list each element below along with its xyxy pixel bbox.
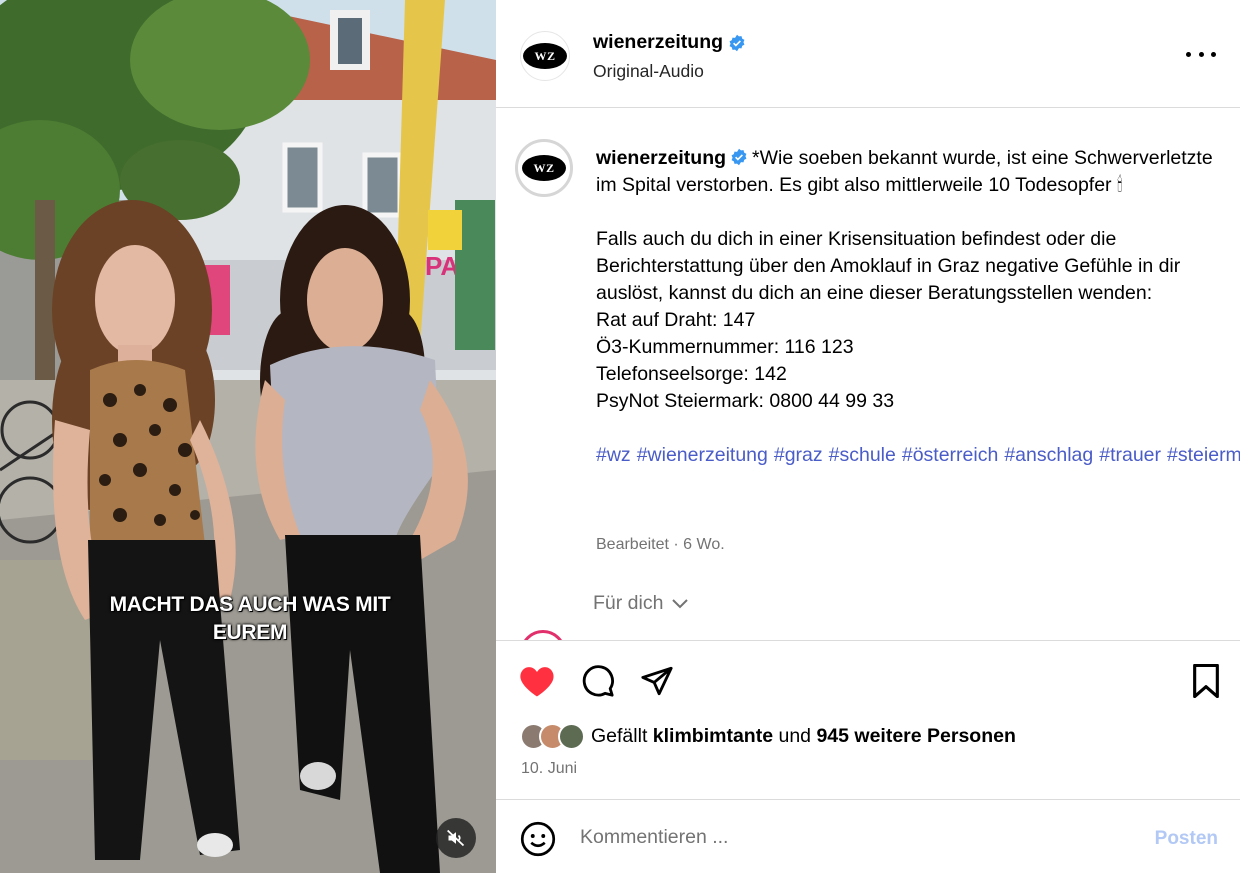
- likes-middle: und: [778, 725, 812, 747]
- caption-scroll-area[interactable]: WZ wienerzeitung *Wie soeben bekannt wur…: [496, 108, 1240, 640]
- hashtag-link[interactable]: #trauer: [1099, 444, 1161, 466]
- dot-icon: [1198, 51, 1204, 57]
- comment-input[interactable]: [580, 826, 1120, 849]
- mute-button[interactable]: [436, 818, 476, 858]
- caption-author-avatar[interactable]: WZ: [515, 139, 573, 197]
- smiley-icon: [520, 821, 556, 857]
- comment-bar: Posten: [496, 800, 1240, 873]
- hashtag-link[interactable]: #schule: [829, 444, 896, 466]
- post-date: 10. Juni: [521, 760, 578, 777]
- hashtag-link[interactable]: #wz: [596, 444, 631, 466]
- likes-prefix: Gefällt: [591, 725, 648, 747]
- hashtag-link[interactable]: #wienerzeitung: [637, 444, 768, 466]
- video-caption-line2: EUREM: [212, 621, 288, 644]
- hashtag-link[interactable]: #steiermark: [1167, 444, 1240, 466]
- like-button[interactable]: [517, 661, 557, 701]
- post-meta: Bearbeitet · 6 Wo.: [596, 536, 725, 553]
- verified-badge-icon: [731, 148, 747, 166]
- avatar: [558, 723, 585, 750]
- hashtag-link[interactable]: #graz: [774, 444, 823, 466]
- speaker-muted-icon: [447, 829, 465, 847]
- avatar-logo: WZ: [523, 43, 567, 69]
- svg-text:PA: PA: [425, 251, 459, 281]
- verified-badge-icon: [729, 34, 745, 51]
- caption-body-2: Falls auch du dich in einer Krisensituat…: [596, 228, 1181, 412]
- liker-avatars: [520, 723, 585, 750]
- dot-icon: [1211, 51, 1216, 57]
- post-panel: WZ wienerzeitung Original-Audio WZ wiene…: [496, 0, 1240, 873]
- likes-others[interactable]: 945 weitere Personen: [816, 725, 1015, 748]
- save-button[interactable]: [1186, 661, 1226, 701]
- video-frame: PA: [0, 0, 496, 873]
- video-caption-line1: MACHT DAS AUCH WAS MIT: [109, 593, 391, 616]
- action-section: Gefällt klimbimtante und 945 weitere Per…: [496, 640, 1240, 800]
- hashtag-list: #wz #wienerzeitung #graz #schule #österreich…: [596, 442, 1240, 469]
- liker-username[interactable]: klimbimtante: [653, 725, 773, 748]
- author-username: wienerzeitung: [593, 31, 724, 53]
- hashtag-link[interactable]: #anschlag: [1004, 444, 1093, 466]
- comment-bubble-icon: [582, 665, 614, 697]
- share-button[interactable]: [637, 661, 677, 701]
- for-you-dropdown[interactable]: Für dich: [593, 592, 689, 615]
- emoji-button[interactable]: [520, 821, 556, 857]
- paper-plane-icon: [641, 666, 673, 696]
- likes-summary[interactable]: Gefällt klimbimtante und 945 weitere Per…: [520, 723, 1016, 750]
- post-comment-button[interactable]: Posten: [1155, 828, 1218, 850]
- hashtag-link[interactable]: #österreich: [902, 444, 998, 466]
- chevron-down-icon: [672, 598, 689, 608]
- dot-icon: [1186, 51, 1191, 57]
- comment-avatar-ring: [520, 630, 566, 640]
- author-username-link[interactable]: wienerzeitung: [593, 31, 746, 54]
- avatar-logo: WZ: [522, 155, 566, 181]
- more-options-button[interactable]: [1186, 44, 1216, 64]
- post-header: WZ wienerzeitung Original-Audio: [496, 0, 1240, 108]
- audio-link[interactable]: Original-Audio: [593, 61, 704, 82]
- candle-emoji: 🕯: [1116, 174, 1123, 196]
- caption-username[interactable]: wienerzeitung: [596, 147, 726, 169]
- heart-filled-icon: [520, 667, 554, 697]
- bookmark-icon: [1193, 664, 1219, 698]
- video-player[interactable]: PA MACHT DAS AUCH WAS MIT EUREM: [0, 0, 496, 873]
- author-avatar[interactable]: WZ: [520, 31, 570, 81]
- caption-text: wienerzeitung *Wie soeben bekannt wurde,…: [596, 145, 1240, 469]
- for-you-label: Für dich: [593, 592, 664, 614]
- comment-button[interactable]: [578, 661, 618, 701]
